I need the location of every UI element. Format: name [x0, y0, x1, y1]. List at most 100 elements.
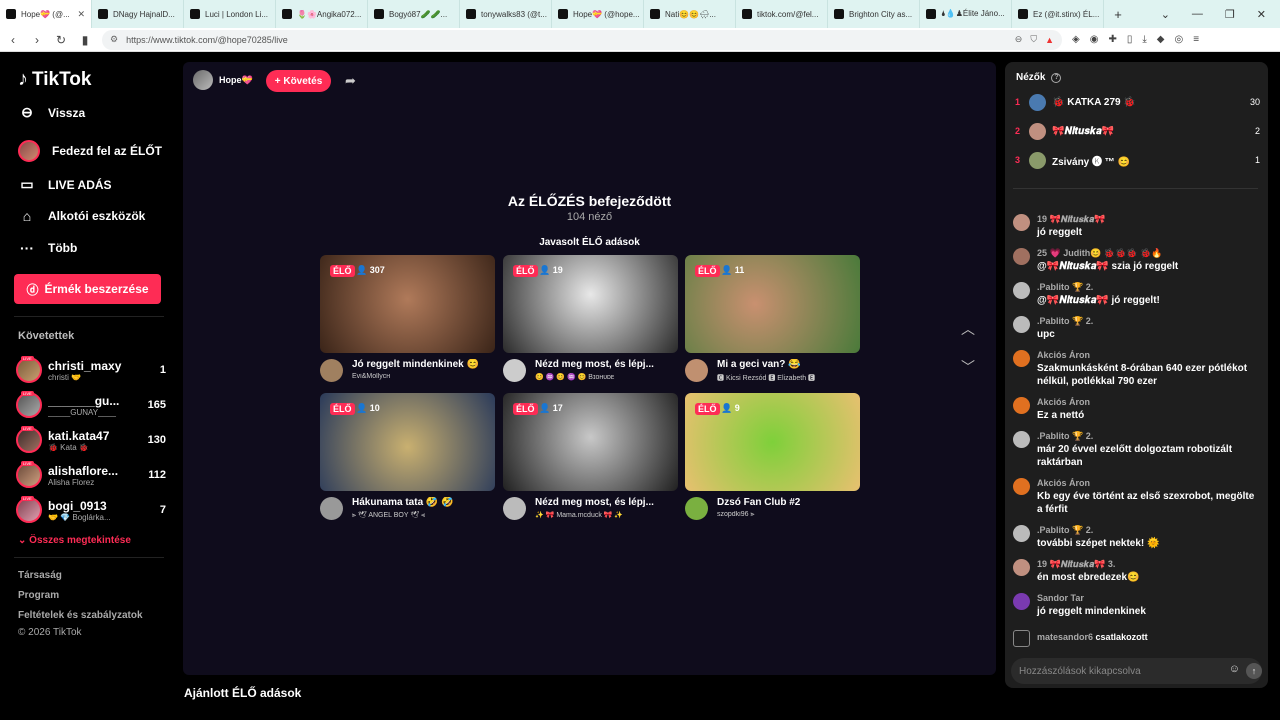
tiktok-favicon-icon [374, 9, 384, 19]
bookmark-icon[interactable]: ▮ [78, 33, 92, 47]
browser-tab[interactable]: tiktok.com/@fel... [736, 0, 828, 28]
live-badge: LIVE [21, 426, 34, 431]
avatar [1029, 93, 1046, 111]
followed-item[interactable]: LIVE christi_maxy christi 🤝 1 [16, 355, 166, 385]
host-info[interactable]: Hope💝 [193, 70, 253, 90]
info-icon[interactable]: ? [1051, 72, 1062, 83]
reload-icon[interactable]: ↻ [54, 33, 68, 47]
share-icon[interactable]: ➦ [345, 73, 356, 89]
forward-arrow-icon[interactable]: › [30, 33, 44, 47]
tiktok-favicon-icon [466, 9, 476, 19]
live-card[interactable]: ÉLŐ 👤 9 Dzsó Fan Club #2 szopdki96 ⫸ [685, 393, 860, 525]
followed-item[interactable]: LIVE _______gu... _____GUNAY____ 165 [16, 390, 166, 420]
browser-tab[interactable]: DNagy HajnalD... [92, 0, 184, 28]
tiktok-logo[interactable]: ♪ TikTok [18, 68, 91, 91]
live-card[interactable]: ÉLŐ 👤 307 Jó reggelt mindenkinek 😊 Evi&Mo… [320, 255, 495, 387]
tab-search-icon[interactable]: ⌄ [1161, 8, 1170, 21]
see-all-link[interactable]: ⌄ Összes megtekintése [18, 535, 131, 546]
wallet-icon[interactable]: ◆ [1157, 34, 1165, 45]
avatar [1013, 214, 1030, 231]
live-badge: LIVE [21, 461, 34, 466]
comment-input[interactable]: Hozzászólások kikapcsolva [1011, 658, 1262, 684]
avatar [320, 497, 343, 520]
top-viewer[interactable]: 3 Zsivány 🅚 ™ 😊 1 [1015, 150, 1260, 170]
viewer-badge: 👤 10 [356, 403, 380, 413]
url-text: https://www.tiktok.com/@hope70285/live [126, 34, 288, 45]
live-badge: ÉLŐ [695, 265, 720, 277]
followed-item[interactable]: LIVE bogi_0913 🤝 💎 Boglárka... 7 [16, 495, 166, 525]
close-window-icon[interactable]: ✕ [1257, 8, 1266, 21]
zoom-icon[interactable]: ⊖ [1015, 34, 1023, 45]
extension-icon[interactable]: ◈ [1072, 34, 1080, 45]
live-badge: LIVE [21, 496, 34, 501]
viewer-badge: 👤 9 [721, 403, 740, 413]
send-icon[interactable]: ↑ [1246, 663, 1262, 679]
tiktok-favicon-icon [558, 9, 568, 19]
live-card[interactable]: ÉLŐ 👤 17 Nézd meg most, és lépj... ✨ 🎀 Ma… [503, 393, 678, 525]
get-coins-button[interactable]: ⓓ Érmék beszerzése [14, 274, 161, 304]
url-field[interactable]: ⚙ https://www.tiktok.com/@hope70285/live… [102, 29, 1062, 50]
avatar [1013, 593, 1030, 610]
coin-icon: ⓓ [26, 282, 39, 297]
footer-link-company[interactable]: Társaság [18, 570, 62, 581]
followed-item[interactable]: LIVE kati.kata47 🐞 Kata 🐞 130 [16, 425, 166, 455]
shield-icon[interactable]: ⛉ [1030, 34, 1037, 45]
site-info-icon[interactable]: ⚙ [110, 34, 118, 45]
minimize-icon[interactable]: — [1192, 8, 1203, 21]
live-card[interactable]: ÉLŐ 👤 10 Hákunama tata 🤣 🤣 ⫸ 🕊 ANGEL BOY … [320, 393, 495, 525]
back-button[interactable]: ⊖ Vissza [18, 104, 85, 121]
sidebar-icon[interactable]: ▯ [1127, 34, 1133, 45]
sidebar-item-creator-tools[interactable]: ⌂ Alkotói eszközök [18, 208, 146, 224]
menu-icon[interactable]: ≡ [1193, 34, 1199, 45]
follow-button[interactable]: + Követés [266, 70, 331, 92]
recommended-lives-heading: Ajánlott ÉLŐ adások [184, 686, 302, 700]
close-tab-icon[interactable]: ✕ [77, 9, 85, 20]
browser-tab[interactable]: 🌷🌸Angika072... [276, 0, 368, 28]
download-icon[interactable]: ⤓ [1142, 34, 1146, 45]
sidebar-item-live[interactable]: ▭ LIVE ADÁS [18, 176, 111, 193]
avatar [1013, 397, 1030, 414]
browser-tab[interactable]: Hope💝 (@... ✕ [0, 0, 92, 28]
extension-icon[interactable]: ◉ [1090, 34, 1099, 45]
browser-tab[interactable]: Ez (@it.stinx) ÉL... [1012, 0, 1104, 28]
footer-link-terms[interactable]: Feltételek és szabályzatok [18, 610, 143, 621]
browser-tab[interactable]: tonywalks83 (@t... [460, 0, 552, 28]
avatar [1013, 316, 1030, 333]
avatar [685, 497, 708, 520]
new-tab-button[interactable]: + [1104, 7, 1132, 22]
avatar [503, 497, 526, 520]
browser-tab[interactable]: Brighton City as... [828, 0, 920, 28]
avatar [1013, 282, 1030, 299]
back-arrow-icon[interactable]: ‹ [6, 33, 20, 47]
chevron-up-icon[interactable]: ︿ [961, 319, 975, 339]
browser-tab[interactable]: Hope💝 (@hope... [552, 0, 644, 28]
avatar [1013, 248, 1030, 265]
live-card[interactable]: ÉLŐ 👤 11 Mi a geci van? 😂 🅲 Kicsi Rezsód … [685, 255, 860, 387]
footer-link-program[interactable]: Program [18, 590, 59, 601]
maximize-icon[interactable]: ❐ [1225, 8, 1235, 21]
top-viewer[interactable]: 1 🐞 KATKA 279 🐞 30 [1015, 92, 1260, 112]
chat-panel: Nézők? 1 🐞 KATKA 279 🐞 30 2 🎀𝑵𝒊𝒕𝒖𝒔𝒌𝒂🎀 2 3 Zsi… [1005, 62, 1268, 688]
live-card[interactable]: ÉLŐ 👤 19 Nézd meg most, és lépj... 😊 ♒ 😊 … [503, 255, 678, 387]
sidebar-item-more[interactable]: ··· Több [18, 240, 77, 256]
tiktok-favicon-icon [6, 9, 16, 19]
live-badge: LIVE [21, 391, 34, 396]
sidebar-item-explore-live[interactable]: Fedezd fel az ÉLŐT [18, 140, 162, 162]
browser-tab[interactable]: Bogyó87🥒🥒... [368, 0, 460, 28]
tiktok-note-icon: ♪ [18, 68, 28, 90]
browser-tab[interactable]: Nati😊😊🌧... [644, 0, 736, 28]
vpn-icon[interactable]: ◎ [1174, 34, 1183, 45]
browser-tab[interactable]: Luci | London Li... [184, 0, 276, 28]
live-badge: ÉLŐ [513, 403, 538, 415]
more-icon: ··· [20, 240, 34, 256]
emoji-icon[interactable]: ☺ [1229, 663, 1240, 675]
puzzle-icon[interactable]: ✚ [1108, 34, 1116, 45]
sidebar: ♪ TikTok ⊖ Vissza Fedezd fel az ÉLŐT ▭ LIVE… [0, 52, 178, 720]
chevron-down-icon[interactable]: ﹀ [961, 357, 975, 377]
browser-tabbar: Hope💝 (@... ✕ DNagy HajnalD... Luci | Lon… [0, 0, 1280, 28]
alert-icon[interactable]: ▲ [1045, 35, 1054, 45]
avatar [1013, 350, 1030, 367]
browser-tab[interactable]: 🌢💧♟Élite Jáno... [920, 0, 1012, 28]
followed-item[interactable]: LIVE alishaflore... Alisha Florez 112 [16, 460, 166, 490]
top-viewer[interactable]: 2 🎀𝑵𝒊𝒕𝒖𝒔𝒌𝒂🎀 2 [1015, 121, 1260, 141]
